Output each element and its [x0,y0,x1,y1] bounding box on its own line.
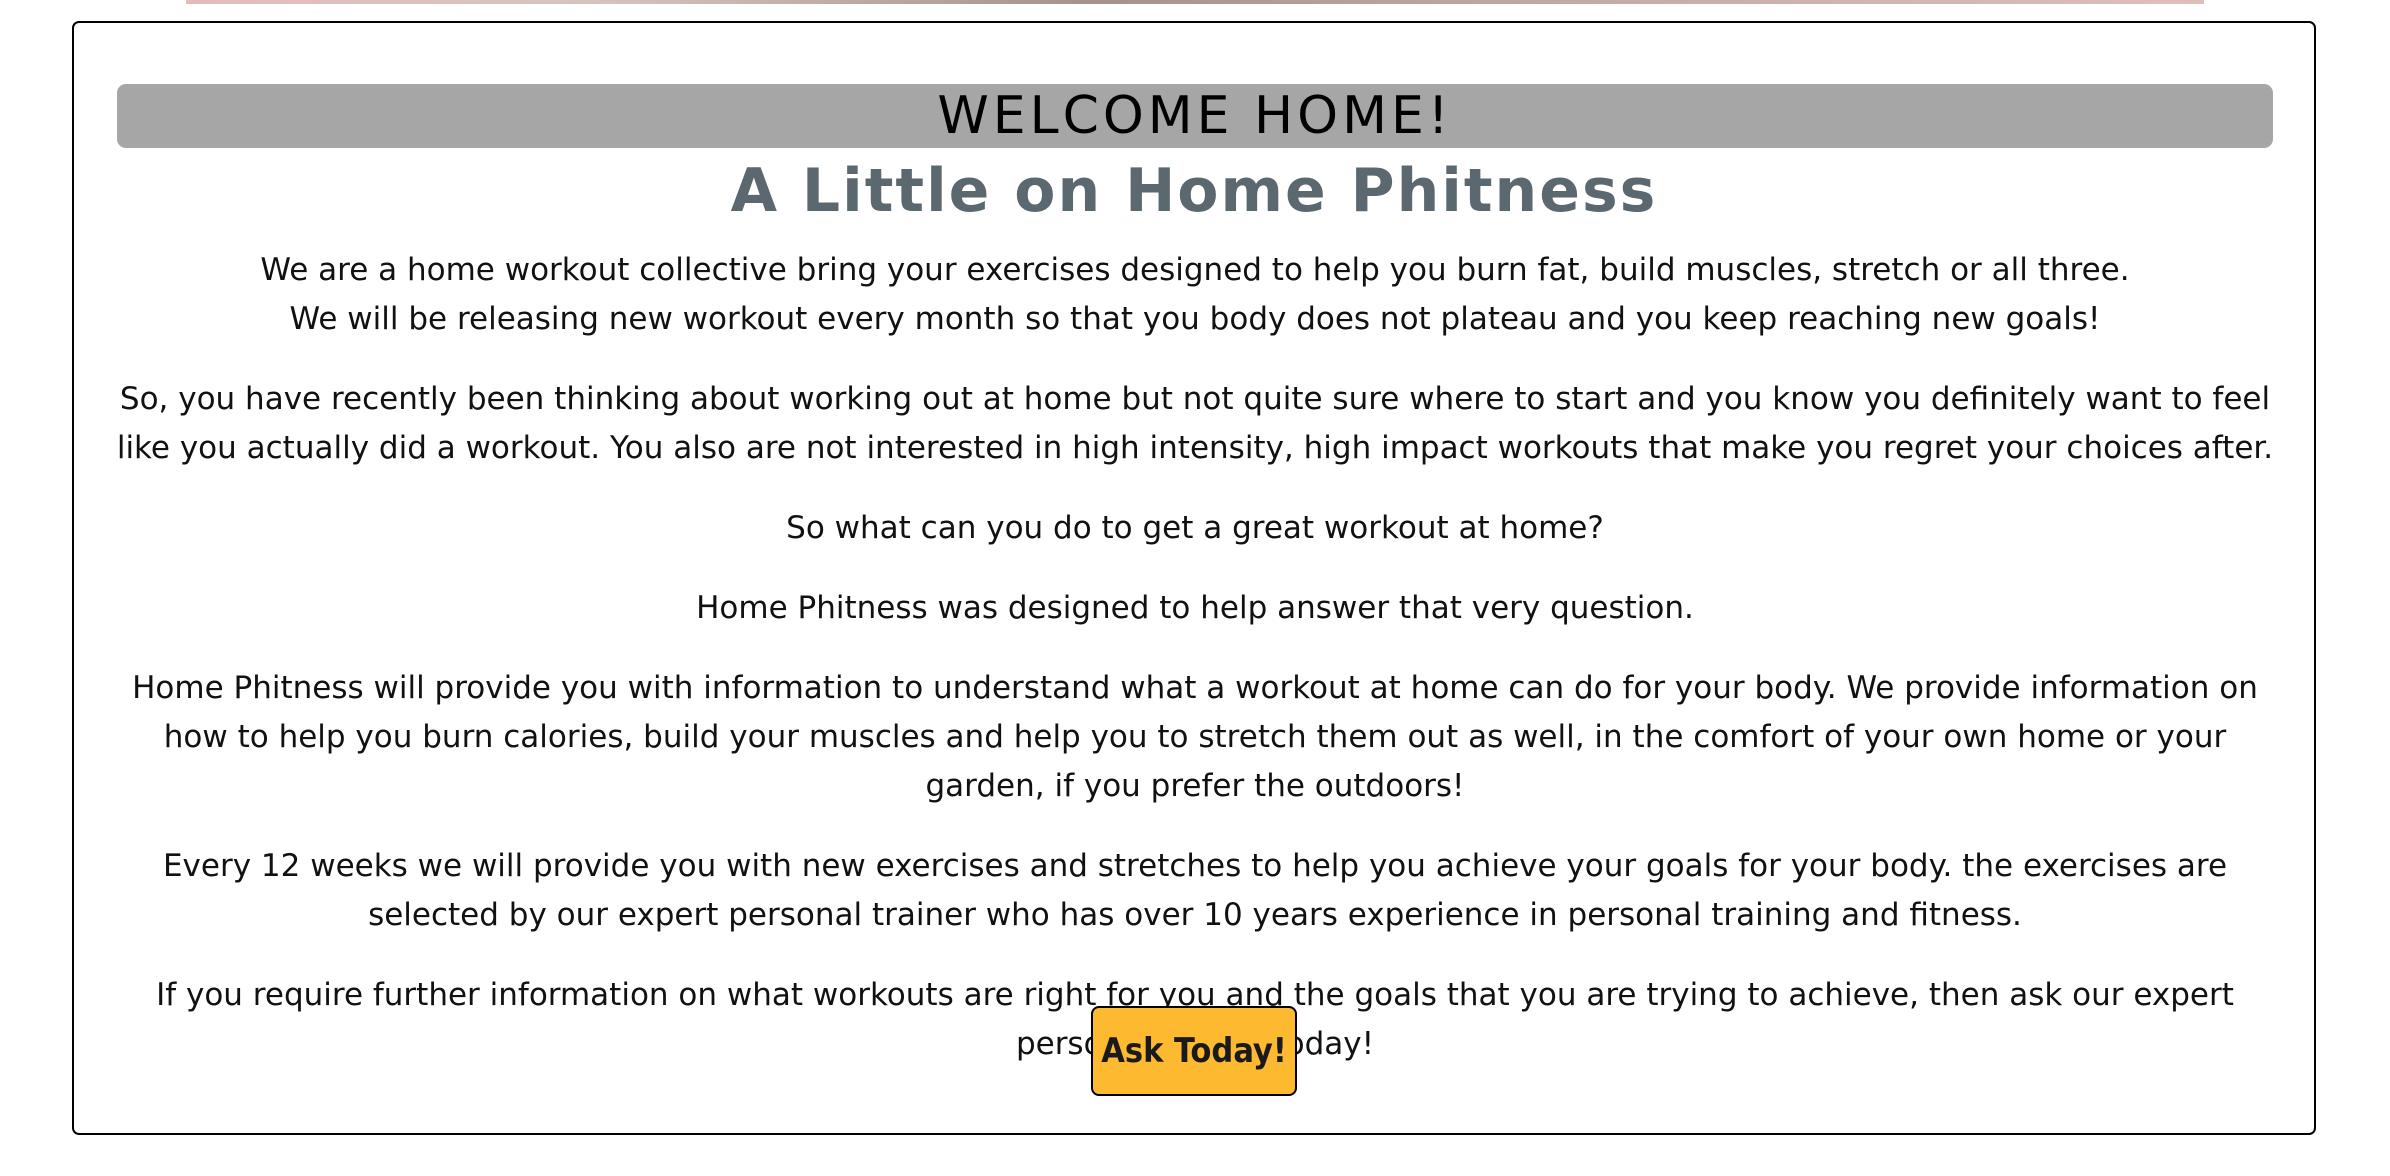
paragraph-every-12-weeks: Every 12 weeks we will provide you with … [162,848,2228,933]
about-card: WELCOME HOME! A Little on Home Phitness … [72,21,2316,1135]
intro-line-1: We are a home workout collective bring y… [260,252,2130,288]
cta-wrapper: Ask Today! [74,1006,2314,1096]
paragraph-provide: Home Phitness will provide you with info… [132,670,2258,804]
ask-today-button[interactable]: Ask Today! [1091,1006,1297,1096]
welcome-heading: WELCOME HOME! [937,86,1453,146]
welcome-banner: WELCOME HOME! [117,84,2273,148]
intro-paragraph: We are a home workout collective bring y… [110,246,2280,344]
paragraph-answer: Home Phitness was designed to help answe… [696,590,1694,626]
section-subtitle: A Little on Home Phitness [730,156,1658,226]
hero-image-edge [186,0,2204,4]
paragraph-question: So what can you do to get a great workou… [786,510,1604,546]
intro-line-2: We will be releasing new workout every m… [289,301,2101,337]
about-text: We are a home workout collective bring y… [110,246,2280,1100]
paragraph-thinking: So, you have recently been thinking abou… [116,381,2274,466]
